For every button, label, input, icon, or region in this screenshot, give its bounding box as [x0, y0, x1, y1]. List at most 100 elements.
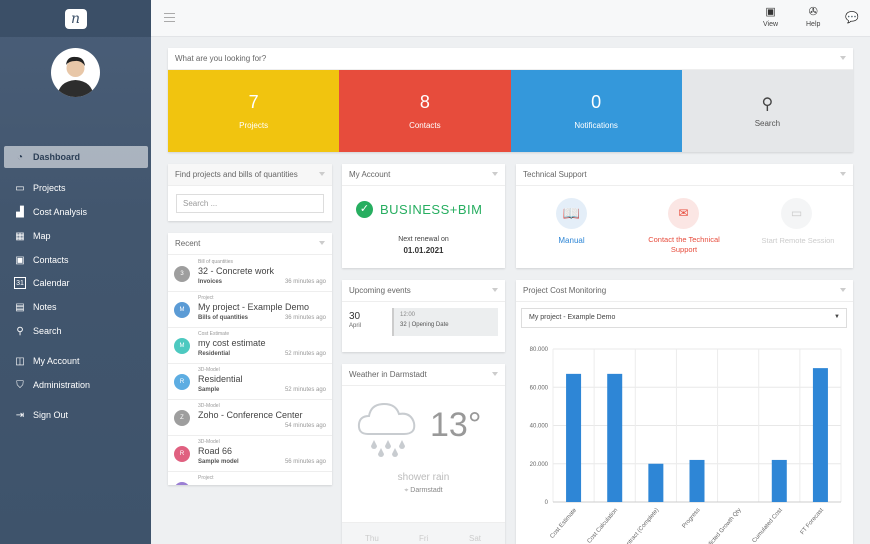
sidebar-item-contacts[interactable]: ▣ Contacts — [4, 249, 148, 271]
mail-icon[interactable]: ✉ — [668, 198, 699, 229]
list-item[interactable]: M Cost Estimate my cost estimate Residen… — [168, 328, 332, 364]
recent-panel-title: Recent — [168, 233, 332, 255]
chat-button[interactable]: 💬 — [845, 12, 859, 27]
chart-bar — [607, 373, 623, 502]
y-tick-label: 20.000 — [530, 462, 549, 468]
sidebar-item-label: Sign Out — [33, 410, 69, 420]
sidebar-item-label: Dashboard — [33, 152, 81, 162]
x-tick-label: Cost Estimate — [549, 507, 578, 540]
y-tick-label: 60.000 — [530, 385, 549, 391]
sidebar-item-map[interactable]: ▦ Map — [4, 225, 148, 247]
tile-contacts[interactable]: 8 Contacts — [339, 70, 511, 152]
find-panel: Find projects and bills of quantities Se… — [168, 164, 332, 221]
collapse-caret-icon[interactable] — [492, 172, 498, 176]
chevron-down-icon: ▼ — [834, 314, 840, 320]
recent-panel: Recent 3 Bill of quantities 32 - Concret… — [168, 233, 332, 485]
sidebar-item-label: Contacts — [33, 255, 69, 265]
cost-chart: 0 20.000 40.000 60.000 80.000 Cost Estimate Co… — [530, 347, 842, 544]
sidebar-item-label: Search — [33, 326, 62, 336]
event-day: 30 — [349, 311, 361, 322]
avatar: M — [174, 338, 190, 354]
events-panel: Upcoming events 30 April 12:00 32 | Open… — [342, 280, 505, 352]
collapse-caret-icon[interactable] — [840, 172, 846, 176]
avatar: R — [174, 446, 190, 462]
sidebar-item-label: Cost Analysis — [33, 207, 88, 217]
event-card[interactable]: 12:00 32 | Opening Date — [392, 308, 498, 336]
chart-bar — [566, 373, 582, 502]
list-item[interactable]: M Project My project - Example Demo Bill… — [168, 292, 332, 328]
find-panel-title: Find projects and bills of quantities — [168, 164, 332, 186]
collapse-caret-icon[interactable] — [319, 241, 325, 245]
sidebar-header: n — [0, 0, 151, 37]
sign-out-icon: ⇥ — [15, 409, 25, 421]
list-item[interactable]: R 3D-Model Road 66 Sample model 56 minut… — [168, 436, 332, 472]
support-panel-title: Technical Support — [516, 164, 853, 186]
notes-icon: ▤ — [15, 301, 25, 313]
menu-toggle-icon[interactable] — [164, 13, 175, 22]
collapse-caret-icon[interactable] — [492, 372, 498, 376]
shower-rain-icon — [357, 402, 416, 457]
collapse-caret-icon[interactable] — [840, 288, 846, 292]
collapse-caret-icon[interactable] — [319, 172, 325, 176]
shield-icon: ⛉ — [16, 379, 24, 391]
contacts-icon: ▣ — [15, 254, 25, 266]
account-panel: My Account ✓ BUSINESS+BIM Next renewal o… — [342, 164, 505, 268]
cost-panel-title: Project Cost Monitoring — [516, 280, 853, 302]
remote-session-link[interactable]: Start Remote Session — [748, 236, 848, 245]
sidebar-item-sign-out[interactable]: ⇥ Sign Out — [4, 404, 148, 426]
x-tick-label: Cumulated Cost — [752, 507, 784, 544]
sidebar-item-calendar[interactable]: 31 Calendar — [4, 272, 148, 294]
collapse-caret-icon[interactable] — [840, 56, 846, 60]
check-icon: ✓ — [356, 201, 373, 218]
weather-location: ⌖ Darmstadt — [404, 487, 443, 494]
view-icon: ▣ — [765, 6, 776, 18]
app-logo[interactable]: n — [64, 8, 87, 29]
sidebar-item-cost-analysis[interactable]: ▟ Cost Analysis — [4, 201, 148, 223]
list-item[interactable]: Z 3D-Model Zoho - Conference Center 54 m… — [168, 400, 332, 436]
monitor-icon[interactable]: ▭ — [781, 198, 812, 229]
pin-icon: ⌖ — [404, 487, 409, 494]
contact-support-link[interactable]: Contact the Technical Support — [634, 235, 734, 255]
lookup-tiles: 7 Projects 8 Contacts 0 Notifications ⚲ … — [168, 70, 853, 152]
list-item[interactable]: 3 Bill of quantities 32 - Concrete work … — [168, 256, 332, 292]
sidebar-item-notes[interactable]: ▤ Notes — [4, 296, 148, 318]
lifebuoy-icon: ✇ — [808, 6, 818, 18]
sidebar-item-label: Calendar — [33, 278, 70, 288]
sidebar-item-my-account[interactable]: ◫ My Account — [4, 350, 148, 372]
avatar[interactable] — [51, 48, 100, 97]
manual-link[interactable]: Manual — [536, 236, 607, 245]
x-tick-label: FT Forecast — [800, 507, 826, 536]
view-button[interactable]: ▣ View — [763, 6, 778, 28]
collapse-caret-icon[interactable] — [492, 288, 498, 292]
tile-projects[interactable]: 7 Projects — [168, 70, 340, 152]
sidebar-item-administration[interactable]: ⛉ Administration — [4, 374, 148, 396]
sidebar-item-projects[interactable]: ▭ Projects — [4, 177, 148, 199]
x-tick-label: Progress — [681, 507, 701, 529]
sidebar-item-label: Administration — [33, 380, 91, 390]
weather-panel: Weather in Darmstadt 13° shower rain ⌖ D… — [342, 364, 505, 544]
search-icon: ⚲ — [761, 96, 774, 113]
avatar: R — [174, 374, 190, 390]
book-icon[interactable]: 📖 — [556, 198, 587, 229]
tile-notifications[interactable]: 0 Notifications — [510, 70, 682, 152]
renewal-date: 01.01.2021 — [403, 246, 444, 255]
sidebar-item-label: My Account — [33, 356, 80, 366]
sidebar-item-label: Map — [33, 231, 51, 241]
y-tick-label: 80.000 — [530, 347, 549, 353]
folder-icon: ▭ — [15, 182, 25, 194]
cost-panel: Project Cost Monitoring My project - Exa… — [516, 280, 853, 544]
avatar: 3 — [174, 266, 190, 282]
sidebar-item-search[interactable]: ⚲ Search — [4, 320, 148, 342]
find-search-input[interactable]: Search ... — [176, 194, 324, 213]
list-item[interactable]: Project — [168, 472, 332, 485]
x-tick-label: Cost Calculation — [587, 507, 620, 544]
x-tick-label: Contract (Complete) — [621, 507, 660, 544]
list-item[interactable]: R 3D-Model Residential Sample 52 minutes… — [168, 364, 332, 400]
sidebar-item-dashboard[interactable]: ◔ Dashboard — [4, 146, 148, 168]
project-select[interactable]: My project - Example Demo ▼ — [521, 308, 847, 328]
sidebar-item-label: Projects — [33, 183, 66, 193]
temperature: 13° — [430, 406, 482, 444]
events-panel-title: Upcoming events — [342, 280, 505, 302]
help-button[interactable]: ✇ Help — [806, 6, 820, 28]
tile-search[interactable]: ⚲ Search — [681, 70, 853, 152]
